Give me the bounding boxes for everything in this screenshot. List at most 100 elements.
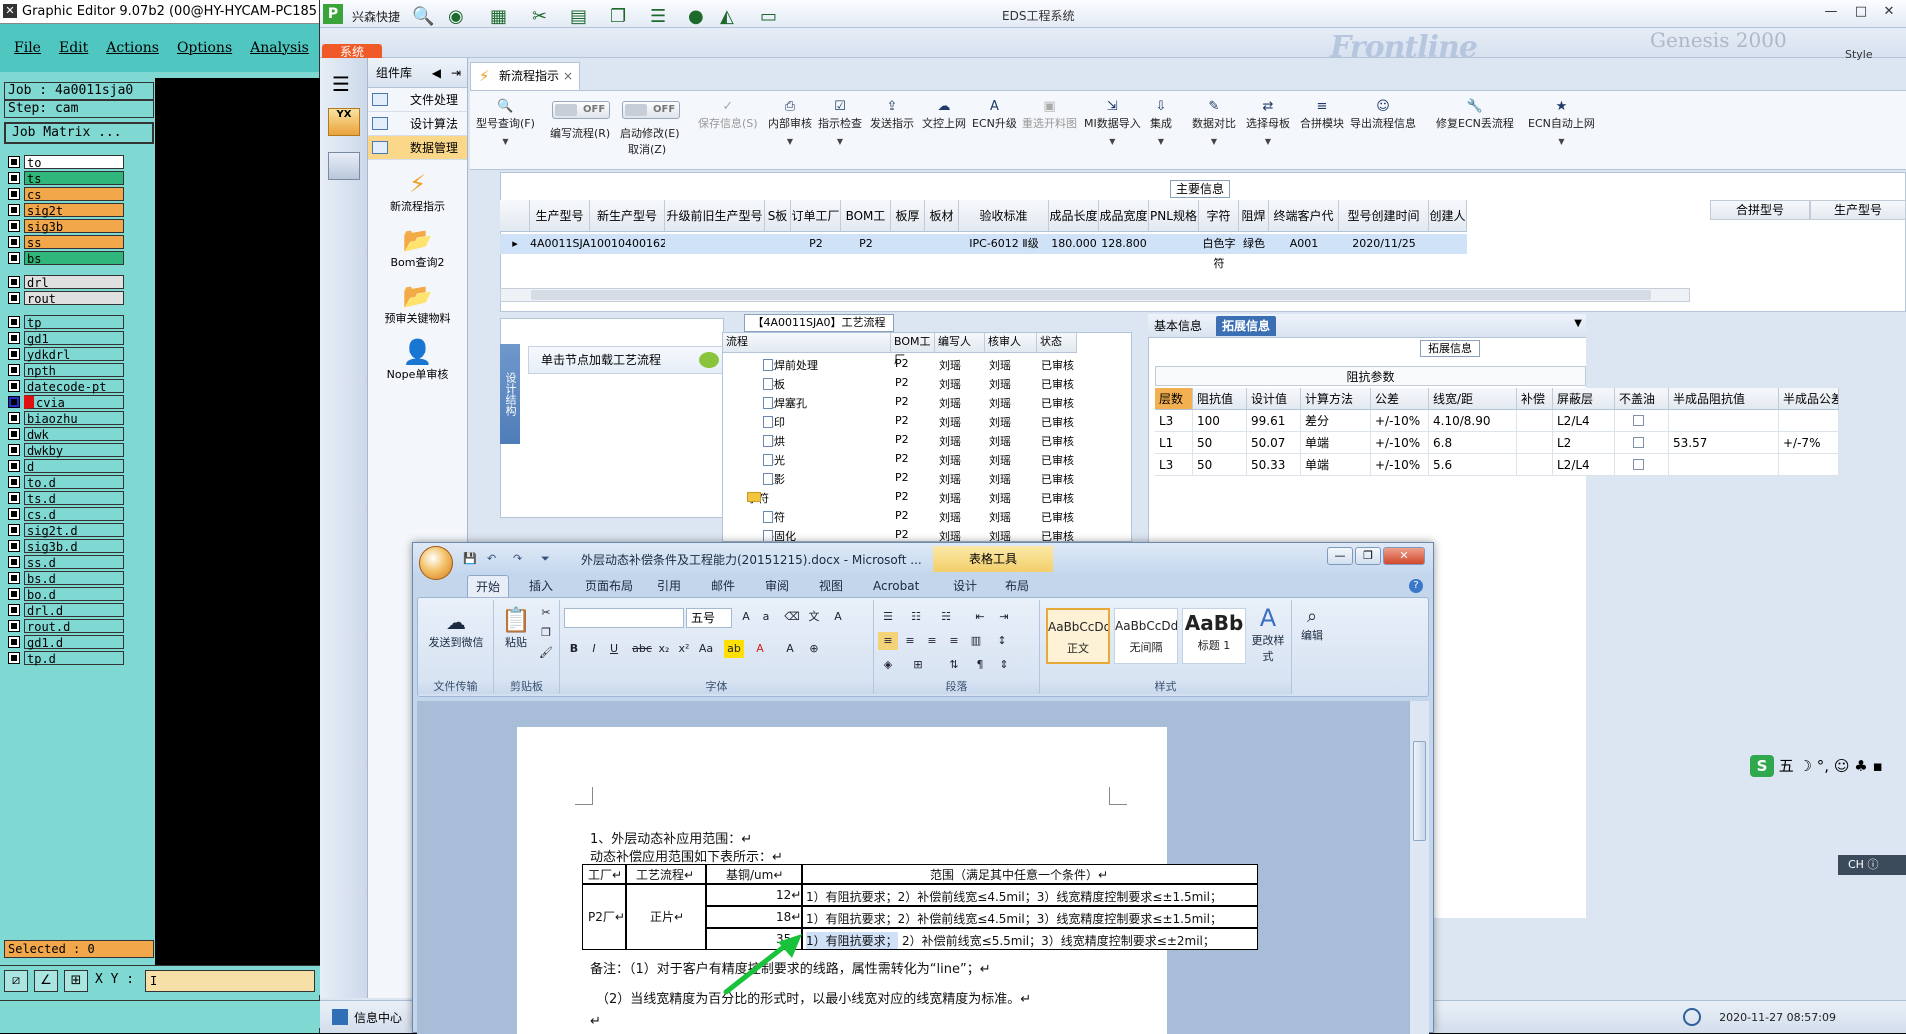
comp-item-algo[interactable]: 设计算法 <box>368 112 467 136</box>
layer-row[interactable]: biaozhu <box>4 410 154 426</box>
big-item-material[interactable]: 📂 预审关键物料 <box>368 278 467 334</box>
layer-row[interactable]: bs <box>4 250 154 266</box>
layer-name[interactable]: to.d <box>24 475 124 490</box>
tool-model-query[interactable]: 🔍 型号查询(F) ▼ <box>476 99 535 146</box>
grid-cell[interactable] <box>765 234 791 254</box>
impedance-header[interactable]: 补偿 <box>1517 388 1553 410</box>
grid-header[interactable]: 终端客户代码 <box>1269 200 1339 255</box>
grid-tool-icon[interactable]: ⊞ <box>64 970 88 992</box>
layer-name[interactable]: datecode-pt <box>24 379 124 394</box>
impedance-header[interactable]: 屏蔽层 <box>1553 388 1615 410</box>
grid-header[interactable]: 阻焊 <box>1239 200 1269 232</box>
close-icon[interactable]: ✕ <box>1876 4 1902 22</box>
layer-name[interactable]: bs <box>24 251 124 266</box>
layer-name[interactable]: dwk <box>24 427 124 442</box>
layer-row[interactable]: drl <box>4 274 154 290</box>
impedance-cell[interactable] <box>1615 454 1669 476</box>
layer-row[interactable]: sig2t <box>4 202 154 218</box>
sort-icon[interactable]: ⇅ <box>944 656 964 674</box>
help-icon[interactable]: ? <box>1409 579 1423 593</box>
layer-checkbox[interactable] <box>8 188 20 200</box>
big-item-new-flow[interactable]: ⚡ 新流程指示 <box>368 166 467 222</box>
dropdown-icon[interactable]: ▼ <box>1574 318 1582 329</box>
impedance-cell[interactable]: 53.57 <box>1669 432 1779 454</box>
menu-edit[interactable]: Edit <box>59 40 88 56</box>
impedance-cell[interactable]: 50.33 <box>1247 454 1301 476</box>
layer-row[interactable]: gd1 <box>4 330 154 346</box>
layer-name[interactable]: ss <box>24 235 124 250</box>
grid-header[interactable]: 创建人 <box>1429 200 1467 232</box>
table-row[interactable]: 终固化 P2 刘瑶 刘瑶 已审核 <box>723 526 1131 541</box>
grid-cell[interactable]: IPC-6012 Ⅱ级 <box>959 234 1049 254</box>
layer-row[interactable]: ss.d <box>4 554 154 570</box>
impedance-header[interactable]: 公差 <box>1371 388 1429 410</box>
layer-name[interactable]: sig3b <box>24 219 124 234</box>
layer-checkbox[interactable] <box>8 540 20 552</box>
phonetic-icon[interactable]: 文 <box>804 608 824 626</box>
grid-header[interactable]: 板材 <box>925 200 959 232</box>
impedance-cell[interactable]: 差分 <box>1301 410 1371 432</box>
table-row[interactable]: 丝印 P2 刘瑶 刘瑶 已审核 <box>723 412 1131 431</box>
tool-select-board[interactable]: ⇄ 选择母板 ▼ <box>1246 99 1290 146</box>
layer-row[interactable]: to <box>4 154 154 170</box>
big-item-nope[interactable]: 👤 Nope单审核 <box>368 334 467 390</box>
impedance-cell[interactable]: 50 <box>1193 432 1247 454</box>
tab-page-layout[interactable]: 页面布局 <box>577 575 641 597</box>
highlight-icon[interactable]: ab <box>724 640 744 658</box>
layer-row[interactable]: tp.d <box>4 650 154 666</box>
line-spacing-icon[interactable]: ↕ <box>992 632 1012 650</box>
layer-checkbox[interactable] <box>8 236 20 248</box>
layer-checkbox[interactable] <box>8 156 20 168</box>
borders-icon[interactable]: ⊞ <box>908 656 928 674</box>
tab-mailings[interactable]: 邮件 <box>703 575 743 597</box>
layer-name[interactable]: sig2t.d <box>24 523 124 538</box>
layer-checkbox[interactable] <box>8 380 20 392</box>
bullets-icon[interactable]: ☰ <box>878 608 898 626</box>
hamburger-icon[interactable]: ☰ <box>332 72 350 96</box>
table-icon[interactable]: ▦ <box>490 6 507 27</box>
layer-name[interactable]: drl.d <box>24 603 124 618</box>
flow-header[interactable]: 流程 <box>723 333 891 353</box>
layer-row[interactable]: d <box>4 458 154 474</box>
format-painter-icon[interactable]: 🖌 <box>536 644 556 662</box>
ime-toolbar[interactable]: S 五 ☽ °, ☺ ♣ ▪ <box>1750 755 1900 777</box>
grid-cell[interactable] <box>891 234 925 254</box>
layer-name[interactable]: dwkby <box>24 443 124 458</box>
grid-cell[interactable]: 128.800 <box>1099 234 1149 254</box>
impedance-cell[interactable] <box>1669 410 1779 432</box>
save-icon[interactable]: 💾 <box>463 552 477 565</box>
tool-cancel[interactable]: 取消(Z) <box>628 141 666 157</box>
copy-icon[interactable]: ❐ <box>536 624 556 642</box>
paste-button[interactable]: 📋 粘贴 <box>498 606 534 650</box>
table-row[interactable]: 曝光 P2 刘瑶 刘瑶 已审核 <box>723 450 1131 469</box>
comp-item-data[interactable]: 数据管理 <box>368 136 467 160</box>
layer-row[interactable]: ss <box>4 234 154 250</box>
grid-header[interactable]: PNL规格 <box>1149 200 1199 232</box>
impedance-cell[interactable]: L2/L4 <box>1553 410 1615 432</box>
impedance-cell[interactable]: 50 <box>1193 454 1247 476</box>
impedance-cell[interactable]: +/-7% <box>1779 432 1839 454</box>
impedance-cell[interactable]: 单端 <box>1301 432 1371 454</box>
table-row[interactable]: 烘板 P2 刘瑶 刘瑶 已审核 <box>723 374 1131 393</box>
grid-cell[interactable] <box>1429 234 1467 254</box>
tool-fix-ecn[interactable]: 🔧 修复ECN丢流程 <box>1436 99 1514 131</box>
layer-name[interactable]: cs <box>24 187 124 202</box>
cut-icon[interactable]: ✂ <box>536 604 556 622</box>
ge-canvas[interactable] <box>155 78 320 968</box>
minimize-icon[interactable]: — <box>1327 547 1353 565</box>
impedance-header[interactable]: 层数 <box>1155 388 1193 410</box>
grid-header[interactable]: 成品宽度 <box>1099 200 1149 232</box>
big-item-bom[interactable]: 📂 Bom查询2 <box>368 222 467 278</box>
layer-checkbox[interactable] <box>8 524 20 536</box>
layer-name[interactable]: drl <box>24 275 124 290</box>
layer-row[interactable]: cvia <box>4 394 154 410</box>
globe-icon[interactable]: ◉ <box>448 6 464 27</box>
grid-cell[interactable] <box>665 234 765 254</box>
layer-checkbox[interactable] <box>8 316 20 328</box>
tool-reselect[interactable]: ▣ 重选开料图 <box>1022 99 1077 131</box>
impedance-cell[interactable] <box>1517 432 1553 454</box>
flow-header[interactable]: 核审人 <box>985 333 1037 353</box>
tool-internal-review[interactable]: ⎙ 内部审核 ▼ <box>768 99 812 146</box>
impedance-header[interactable]: 线宽/距 <box>1429 388 1517 410</box>
tab-references[interactable]: 引用 <box>649 575 689 597</box>
